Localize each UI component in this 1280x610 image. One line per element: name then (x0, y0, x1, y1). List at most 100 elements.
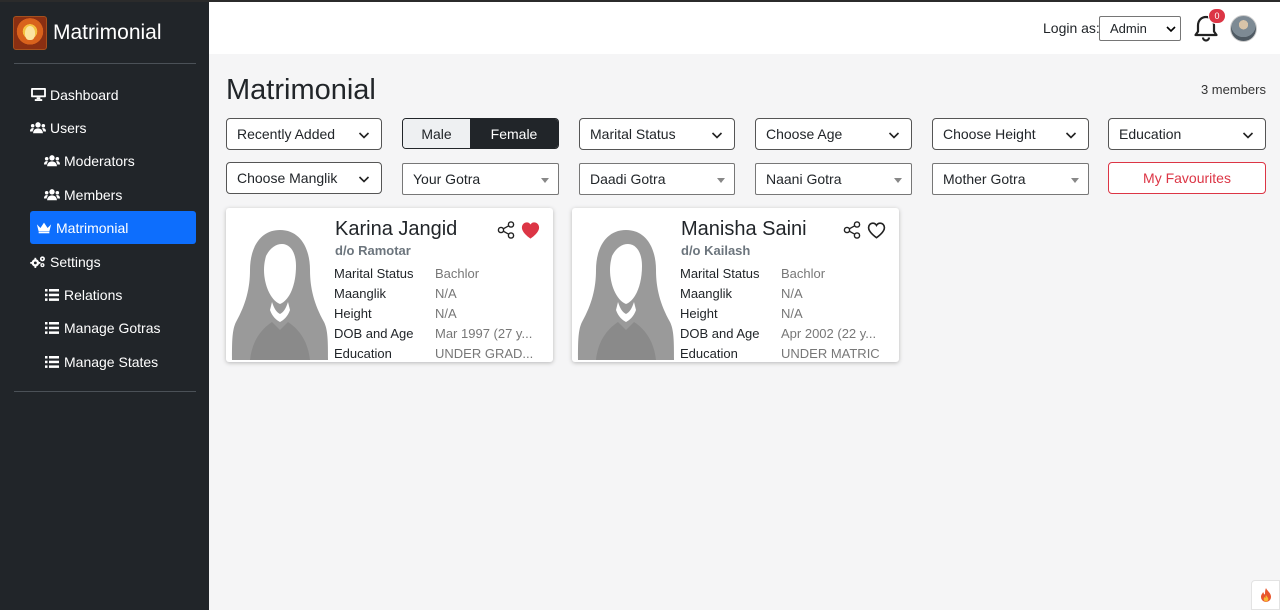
detail-row-height: Height N/A (680, 303, 892, 323)
sidebar-item-settings[interactable]: Settings (30, 245, 196, 278)
sidebar-item-manage-gotras[interactable]: Manage Gotras (30, 311, 196, 344)
top-header: Login as: Admin 0 (209, 2, 1280, 54)
marital-status-select[interactable]: Marital Status (579, 118, 735, 150)
sort-select[interactable]: Recently Added (226, 118, 382, 150)
profile-name[interactable]: Karina Jangid (335, 218, 457, 241)
detail-value: Bachlor (781, 265, 826, 281)
profile-placeholder-image (578, 230, 674, 360)
heart-outline-icon[interactable] (866, 220, 887, 240)
profile-card[interactable]: Manisha Saini d/o Kailash Marital Status… (572, 208, 899, 362)
brand[interactable]: Matrimonial (13, 16, 162, 50)
sidebar-item-relations[interactable]: Relations (30, 278, 196, 311)
detail-label: Education (680, 345, 738, 361)
member-count: 3 members (1200, 82, 1266, 97)
page-title: Matrimonial (226, 74, 376, 106)
detail-row-dob-age: DOB and Age Apr 2002 (22 y... (680, 323, 892, 343)
gears-icon (30, 255, 46, 269)
detail-value: N/A (435, 285, 457, 301)
gender-female-button[interactable]: Female (470, 119, 558, 148)
detail-value: N/A (435, 305, 457, 321)
sidebar-item-members[interactable]: Members (30, 178, 196, 211)
sidebar-item-label: Manage Gotras (64, 319, 161, 336)
detail-value: Bachlor (435, 265, 480, 281)
detail-value: N/A (781, 285, 803, 301)
list-icon (44, 288, 60, 302)
chevron-down-icon (1166, 26, 1176, 33)
sidebar-item-manage-states[interactable]: Manage States (30, 345, 196, 378)
profile-parent: d/o Ramotar (335, 243, 411, 258)
detail-row-marital-status: Marital Status Bachlor (334, 263, 546, 283)
sidebar-item-matrimonial[interactable]: Matrimonial (30, 211, 196, 244)
detail-label: Marital Status (334, 265, 414, 281)
your-gotra-select[interactable]: Your Gotra (402, 163, 559, 195)
chevron-down-icon (1065, 132, 1077, 139)
detail-row-education: Education UNDER MATRIC (680, 343, 892, 362)
education-select-value: Education (1119, 126, 1182, 142)
chevron-down-icon (1242, 132, 1254, 139)
detail-label: DOB and Age (680, 325, 760, 341)
role-select-value: Admin (1110, 21, 1147, 36)
users-icon (30, 121, 46, 135)
gender-toggle: Male Female (402, 118, 559, 149)
sidebar-item-label: Manage States (64, 353, 159, 370)
sidebar-divider (14, 63, 196, 64)
naani-gotra-select[interactable]: Naani Gotra (755, 163, 912, 195)
sidebar-divider (14, 391, 196, 392)
sidebar-item-label: Dashboard (50, 86, 119, 103)
manglik-select[interactable]: Choose Manglik (226, 162, 382, 194)
profile-details: Marital Status Bachlor Maanglik N/A Height… (334, 263, 546, 362)
profile-name[interactable]: Manisha Saini (681, 218, 807, 241)
caret-down-icon (717, 178, 725, 183)
your-gotra-select-value: Your Gotra (413, 171, 481, 187)
age-select[interactable]: Choose Age (755, 118, 912, 150)
detail-row-marital-status: Marital Status Bachlor (680, 263, 892, 283)
sidebar-item-dashboard[interactable]: Dashboard (30, 78, 196, 111)
crown-icon (36, 221, 52, 235)
my-favourites-button[interactable]: My Favourites (1108, 162, 1266, 194)
brand-logo (13, 16, 47, 50)
daadi-gotra-select[interactable]: Daadi Gotra (579, 163, 735, 195)
login-as-label: Login as: (1043, 20, 1100, 36)
profile-placeholder-image (232, 230, 328, 360)
detail-value: UNDER GRAD... (435, 345, 534, 361)
caret-down-icon (541, 178, 549, 183)
profile-card[interactable]: Karina Jangid d/o Ramotar Marital Status… (226, 208, 553, 362)
detail-label: Height (680, 305, 718, 321)
detail-value: N/A (781, 305, 803, 321)
age-select-value: Choose Age (766, 126, 843, 142)
detail-label: Height (334, 305, 372, 321)
sidebar-item-label: Members (64, 186, 123, 203)
caret-down-icon (894, 178, 902, 183)
sidebar-item-users[interactable]: Users (30, 111, 196, 144)
notification-badge: 0 (1208, 8, 1226, 24)
mother-gotra-select-value: Mother Gotra (943, 171, 1026, 187)
detail-label: Education (334, 345, 392, 361)
flame-icon[interactable] (1251, 580, 1280, 610)
sidebar-item-moderators[interactable]: Moderators (30, 144, 196, 177)
list-icon (44, 321, 60, 335)
monitor-icon (30, 88, 46, 102)
sidebar-item-label: Users (50, 119, 87, 136)
mother-gotra-select[interactable]: Mother Gotra (932, 163, 1089, 195)
detail-row-dob-age: DOB and Age Mar 1997 (27 y... (334, 323, 546, 343)
share-icon[interactable] (843, 221, 861, 239)
heart-filled-icon[interactable] (520, 220, 541, 240)
role-select[interactable]: Admin (1099, 16, 1181, 41)
caret-down-icon (1071, 178, 1079, 183)
detail-row-education: Education UNDER GRAD... (334, 343, 546, 362)
height-select[interactable]: Choose Height (932, 118, 1089, 150)
avatar[interactable] (1230, 15, 1257, 42)
naani-gotra-select-value: Naani Gotra (766, 171, 842, 187)
gender-male-button[interactable]: Male (403, 119, 470, 148)
detail-label: Maanglik (334, 285, 387, 301)
manglik-select-value: Choose Manglik (237, 170, 338, 186)
education-select[interactable]: Education (1108, 118, 1266, 150)
window-top-edge (0, 0, 1280, 2)
share-icon[interactable] (497, 221, 515, 239)
sidebar-item-label: Relations (64, 286, 123, 303)
detail-label: Marital Status (680, 265, 760, 281)
sort-select-value: Recently Added (237, 126, 336, 142)
height-select-value: Choose Height (943, 126, 1036, 142)
chevron-down-icon (358, 176, 370, 183)
list-icon (44, 355, 60, 369)
